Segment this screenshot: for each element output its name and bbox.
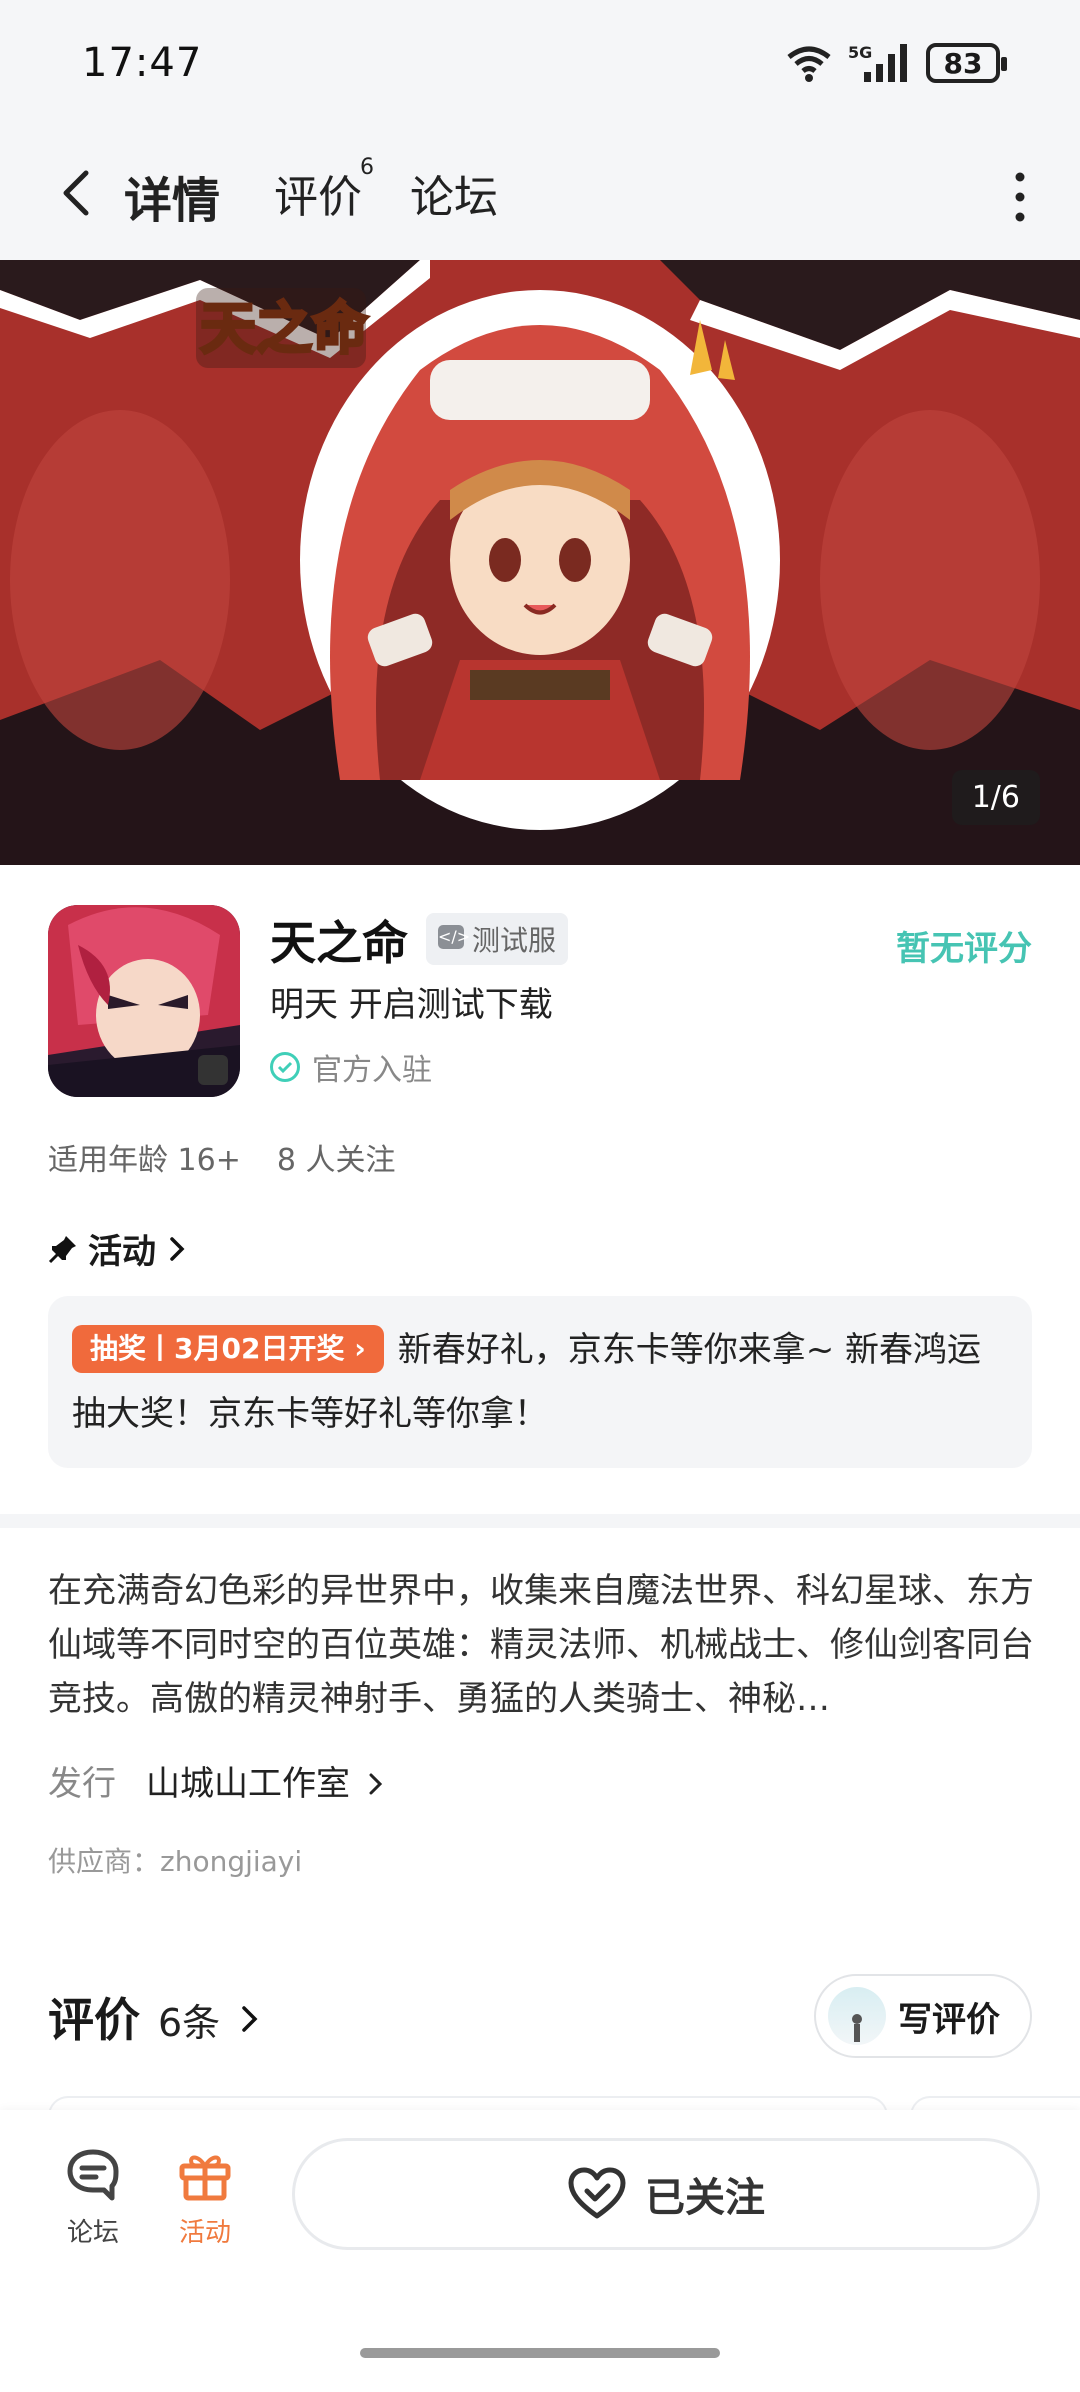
bottom-activity-label: 活动 <box>178 2218 231 2248</box>
battery-indicator: 83 <box>926 43 1007 83</box>
test-server-label: 测试服 <box>472 924 557 957</box>
bottom-activity-button[interactable]: 活动 <box>160 2146 250 2249</box>
official-label: 官方入驻 <box>312 1053 432 1088</box>
follower-count: 8 人关注 <box>276 1143 396 1178</box>
follow-label: 已关注 <box>645 2175 765 2221</box>
pin-icon <box>48 1235 76 1263</box>
app-title: 天之命 <box>270 916 408 970</box>
game-logo: 天之命 <box>196 288 370 368</box>
back-arrow-icon[interactable] <box>50 163 110 223</box>
banner-artwork: 天之命 <box>0 260 1080 865</box>
app-meta: 适用年龄 16+ 8 人关注 <box>48 1135 395 1179</box>
status-bar: 17:47 5G 83 <box>0 0 1080 135</box>
check-circle-icon <box>270 1052 300 1082</box>
test-server-badge: </> 测试服 <box>426 913 569 965</box>
lottery-tag-label: 抽奖丨3月02日开奖 <box>90 1332 345 1365</box>
wifi-icon <box>787 46 831 82</box>
chevron-right-icon <box>170 1236 185 1261</box>
chevron-right-icon <box>369 1773 382 1795</box>
svg-text:天之命: 天之命 <box>200 296 368 362</box>
reviews-count: 6条 <box>158 2001 221 2045</box>
official-badge: 官方入驻 <box>270 1045 432 1089</box>
tab-review[interactable]: 评价 6 <box>274 155 374 225</box>
top-nav: 详情 评价 6 论坛 <box>0 135 1080 260</box>
more-options-icon[interactable] <box>1010 169 1030 225</box>
code-icon: </> <box>438 925 470 949</box>
bottom-forum-label: 论坛 <box>66 2218 119 2248</box>
chevron-right-icon <box>242 2006 258 2032</box>
tab-detail[interactable]: 详情 <box>120 161 225 231</box>
heart-check-icon <box>568 2167 626 2219</box>
app-icon-art <box>48 905 240 1097</box>
lottery-tag: 抽奖丨3月02日开奖 › <box>72 1325 384 1373</box>
status-icons: 5G 83 <box>784 42 1007 84</box>
publisher-label: 发行 <box>48 1764 116 1804</box>
bottom-forum-button[interactable]: 论坛 <box>48 2146 138 2249</box>
tab-review-label: 评价 <box>274 172 362 223</box>
app-icon <box>48 905 240 1097</box>
tab-forum[interactable]: 论坛 <box>410 161 498 225</box>
screenshot-carousel[interactable]: 天之命 1/6 <box>0 260 1080 865</box>
svg-text:5G: 5G <box>848 43 872 62</box>
publisher-row[interactable]: 发行 山城山工作室 <box>48 1756 385 1805</box>
follow-button[interactable]: 已关注 <box>292 2138 1040 2250</box>
chat-bubble-icon <box>67 2149 119 2201</box>
avatar <box>828 1987 886 2045</box>
carousel-counter: 1/6 <box>951 770 1040 825</box>
activity-header[interactable]: 活动 <box>48 1224 188 1273</box>
age-rating: 适用年龄 16+ <box>48 1143 241 1178</box>
signal-5g-icon: 5G <box>848 43 907 82</box>
reviews-title: 评价 <box>48 1993 140 2047</box>
reviews-header[interactable]: 评价 6条 <box>48 1984 262 2050</box>
activity-card[interactable]: 抽奖丨3月02日开奖 › 新春好礼，京东卡等你来拿~ 新春鸿运抽大奖！京东卡等好… <box>48 1296 1032 1468</box>
publisher-name-text: 山城山工作室 <box>146 1764 350 1804</box>
tab-review-badge: 6 <box>360 155 374 180</box>
section-divider <box>0 1514 1080 1528</box>
app-subtitle: 明天 开启测试下载 <box>270 985 553 1025</box>
game-description[interactable]: 在充满奇幻色彩的异世界中，收集来自魔法世界、科幻星球、东方仙域等不同时空的百位英… <box>48 1564 1038 1726</box>
tab-forum-label: 论坛 <box>410 172 498 223</box>
activity-heading-label: 活动 <box>88 1232 156 1272</box>
write-review-label: 写评价 <box>898 1999 1000 2040</box>
rating-status: 暂无评分 <box>896 929 1032 969</box>
tab-detail-label: 详情 <box>124 173 221 229</box>
home-indicator[interactable] <box>360 2348 720 2358</box>
publisher-name: 山城山工作室 <box>146 1756 385 1805</box>
status-time: 17:47 <box>82 40 203 86</box>
write-review-button[interactable]: 写评价 <box>814 1974 1032 2058</box>
supplier-info: 供应商：zhongjiayi <box>48 1845 303 1878</box>
gift-icon <box>179 2155 231 2201</box>
